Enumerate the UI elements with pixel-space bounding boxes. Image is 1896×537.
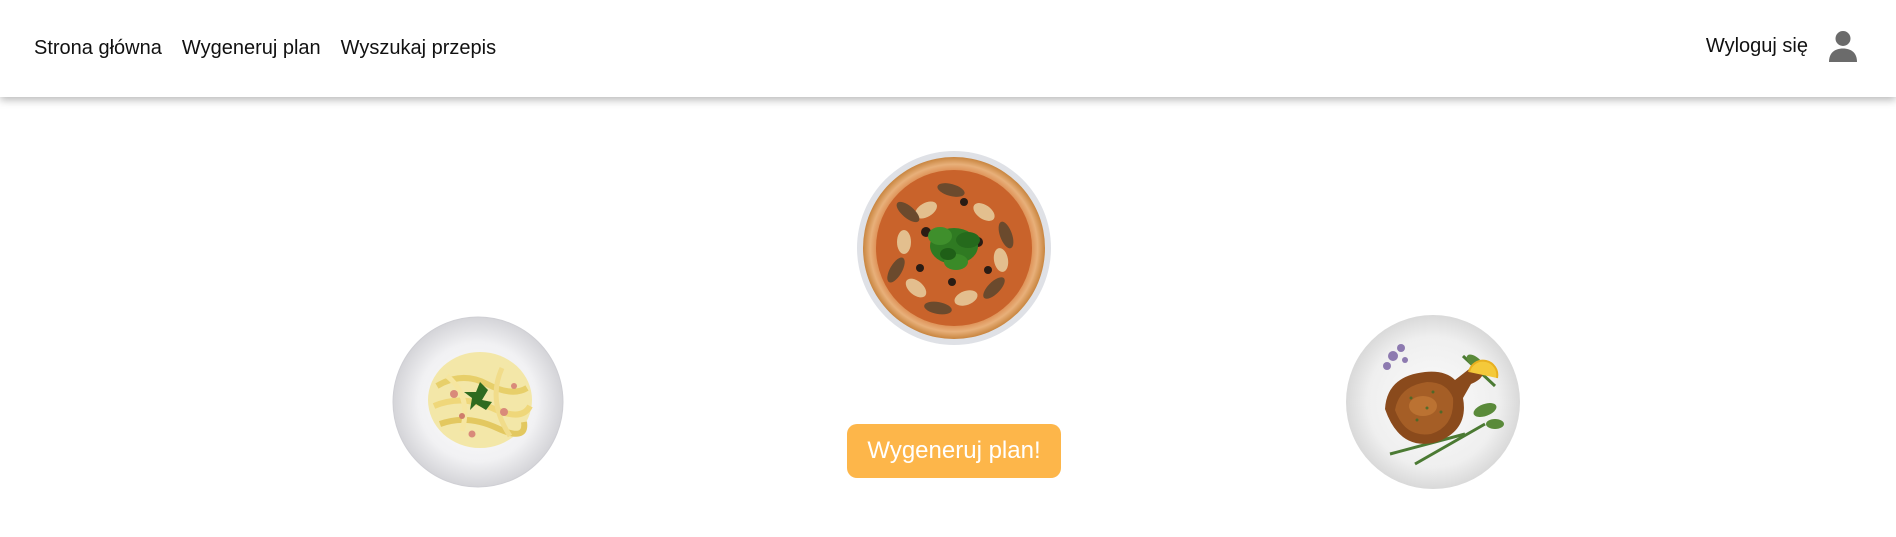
nav-link-home[interactable]: Strona główna	[34, 36, 162, 60]
logout-link[interactable]: Wyloguj się	[1706, 34, 1808, 58]
pasta-dish-image	[392, 316, 564, 488]
generate-plan-button[interactable]: Wygeneruj plan!	[847, 424, 1061, 478]
pizza-dish-image	[856, 150, 1052, 346]
roast-chicken-dish-image	[1345, 314, 1521, 490]
nav-links: Strona główna Wygeneruj plan Wyszukaj pr…	[34, 36, 496, 60]
user-icon[interactable]	[1828, 30, 1858, 62]
nav-link-generate-plan[interactable]: Wygeneruj plan	[182, 36, 321, 60]
nav-link-search-recipe[interactable]: Wyszukaj przepis	[341, 36, 496, 60]
top-navbar: Strona główna Wygeneruj plan Wyszukaj pr…	[0, 0, 1896, 97]
nav-user-area: Wyloguj się	[1706, 30, 1896, 62]
